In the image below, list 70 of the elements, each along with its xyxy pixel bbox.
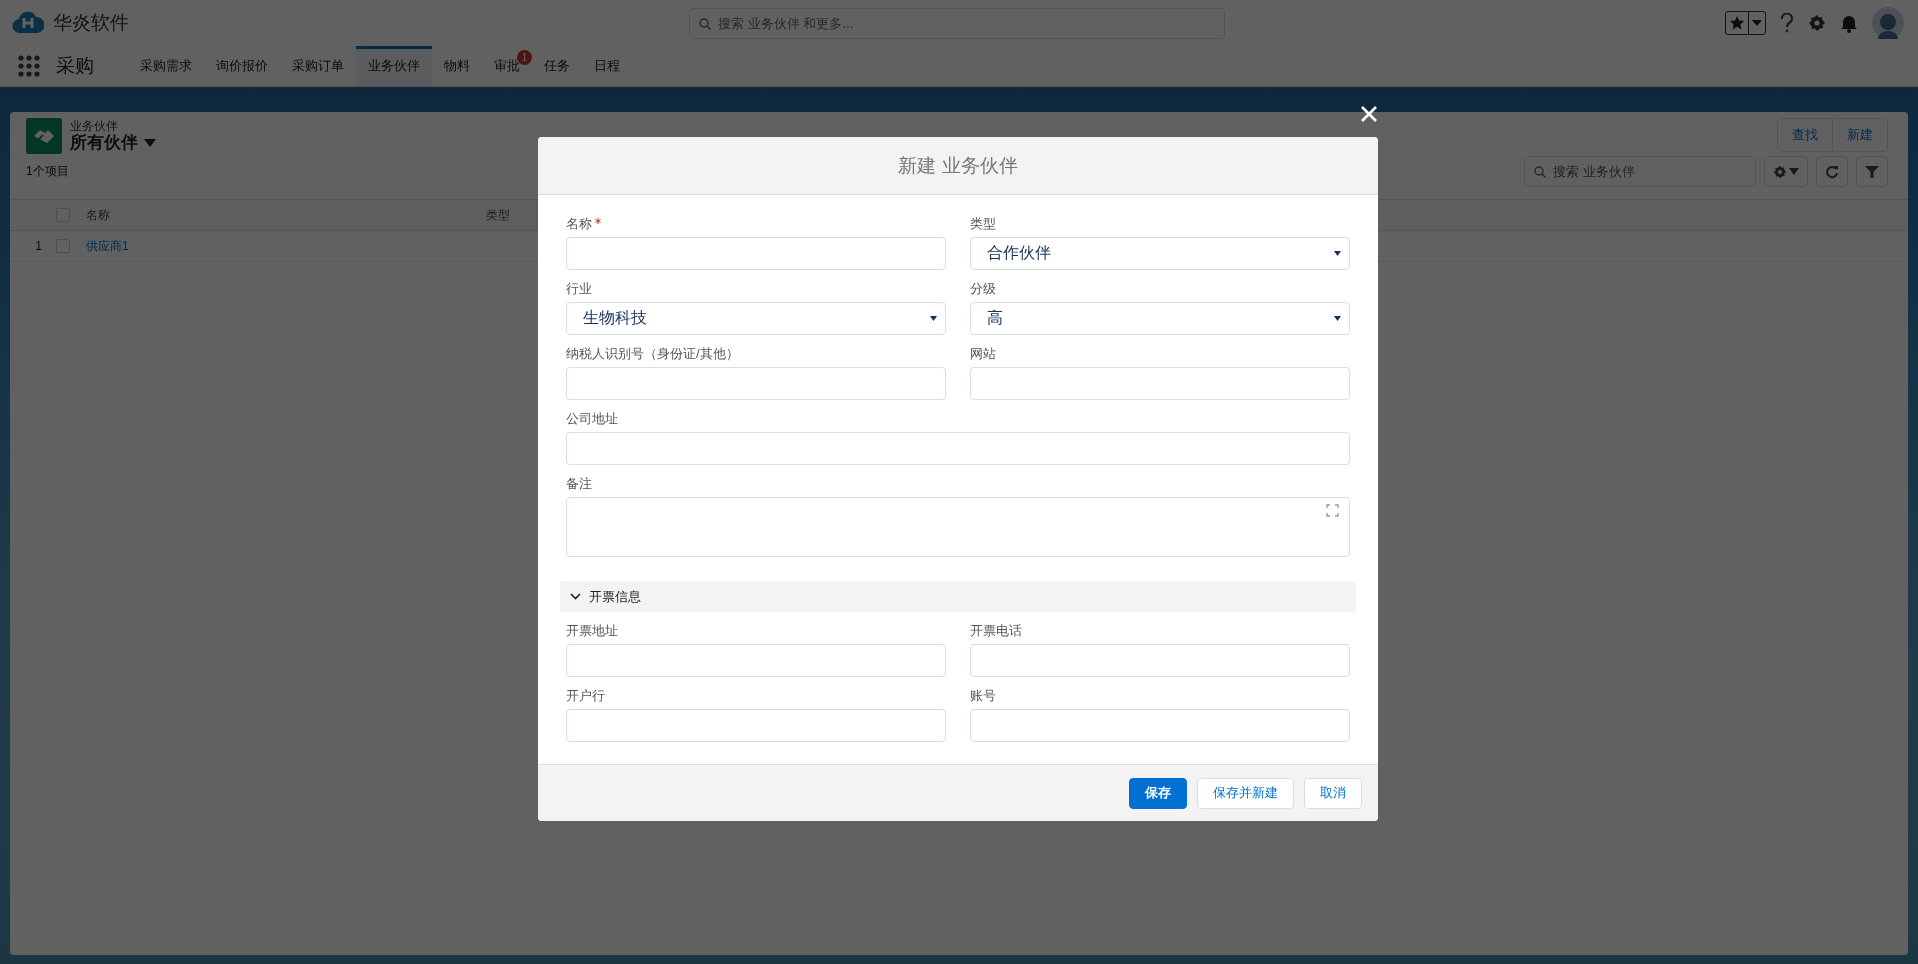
favorites-control[interactable] bbox=[1725, 11, 1766, 35]
chevron-icon[interactable] bbox=[570, 593, 581, 600]
input-field[interactable] bbox=[566, 237, 946, 270]
app-launcher-icon[interactable] bbox=[18, 55, 40, 77]
star-icon[interactable] bbox=[1729, 15, 1745, 31]
bell-icon[interactable] bbox=[1840, 13, 1858, 33]
field-label: 行业 bbox=[566, 280, 592, 298]
item-count: 1个项目 bbox=[26, 163, 70, 180]
input-field[interactable] bbox=[970, 709, 1350, 742]
nav-tab[interactable]: 采购订单 bbox=[280, 46, 356, 86]
list-search-field[interactable]: 搜索 业务伙伴 bbox=[1524, 156, 1756, 187]
field-label: 公司地址 bbox=[566, 410, 618, 428]
caret-down-icon bbox=[1334, 251, 1341, 256]
app-name: 采购 bbox=[56, 54, 94, 78]
search-field[interactable]: 搜索 业务伙伴 和更多... bbox=[689, 7, 1225, 39]
caret-down-icon[interactable] bbox=[144, 138, 156, 147]
section-header[interactable]: 开票信息 bbox=[560, 581, 1356, 612]
field-label: 纳税人识别号（身份证/其他） bbox=[566, 345, 739, 363]
field-label: 开票地址 bbox=[566, 622, 618, 640]
field-label: 备注 bbox=[566, 475, 592, 493]
input-field[interactable] bbox=[970, 644, 1350, 677]
field-label: 账号 bbox=[970, 687, 996, 705]
list-view-selector[interactable]: 所有伙伴 bbox=[70, 132, 156, 153]
field-label: 开票电话 bbox=[970, 622, 1022, 640]
nav-tab[interactable]: 业务伙伴 bbox=[356, 46, 432, 86]
expand-icon[interactable] bbox=[1326, 504, 1339, 517]
caret-down-icon bbox=[930, 316, 937, 321]
header-button[interactable]: 新建 bbox=[1832, 119, 1887, 151]
input-field[interactable] bbox=[566, 709, 946, 742]
select-field[interactable]: 高 bbox=[970, 302, 1350, 335]
field-label: 开户行 bbox=[566, 687, 605, 705]
input-field[interactable] bbox=[566, 432, 1350, 465]
row-number: 1 bbox=[34, 239, 43, 253]
select-field[interactable]: 合作伙伴 bbox=[970, 237, 1350, 270]
field-label: 类型 bbox=[970, 215, 996, 233]
caret-down-icon[interactable] bbox=[1752, 19, 1762, 27]
field-label: 分级 bbox=[970, 280, 996, 298]
primary-button[interactable]: 保存 bbox=[1129, 777, 1187, 809]
field-label: 名称 bbox=[566, 215, 592, 233]
column-header: 类型 bbox=[486, 206, 510, 224]
settings-icon[interactable] bbox=[1808, 14, 1826, 32]
input-field[interactable] bbox=[566, 644, 946, 677]
input-field[interactable] bbox=[970, 367, 1350, 400]
modal-title: 新建 业务伙伴 bbox=[898, 153, 1018, 178]
footer-button[interactable]: 取消 bbox=[1304, 777, 1362, 809]
caret-down-icon bbox=[1789, 168, 1799, 175]
nav-tab[interactable]: 询价报价 bbox=[204, 46, 280, 86]
refresh-icon bbox=[1825, 164, 1839, 179]
input-field[interactable] bbox=[566, 367, 946, 400]
select-field[interactable]: 生物科技 bbox=[566, 302, 946, 335]
notification-badge: 1 bbox=[517, 50, 532, 65]
settings-icon bbox=[1773, 164, 1787, 179]
footer-button[interactable]: 保存并新建 bbox=[1197, 777, 1294, 809]
app-title: 华炎软件 bbox=[53, 11, 129, 35]
nav-tab[interactable]: 日程 bbox=[582, 46, 632, 86]
filter-button[interactable] bbox=[1856, 156, 1888, 187]
nav-tab[interactable]: 物料 bbox=[432, 46, 482, 86]
avatar-icon[interactable] bbox=[1872, 7, 1904, 39]
filter-icon bbox=[1865, 164, 1879, 179]
field-label: 网站 bbox=[970, 345, 996, 363]
column-header: 名称 bbox=[86, 206, 111, 224]
nav-tab[interactable]: 采购需求 bbox=[128, 46, 204, 86]
caret-down-icon bbox=[1334, 316, 1341, 321]
refresh-button[interactable] bbox=[1816, 156, 1848, 187]
settings-menu-button[interactable] bbox=[1764, 156, 1808, 187]
help-icon[interactable] bbox=[1780, 13, 1794, 33]
object-label: 业务伙伴 bbox=[70, 119, 119, 133]
close-button[interactable] bbox=[1360, 105, 1378, 123]
nav-tab[interactable]: 任务 bbox=[532, 46, 582, 86]
record-link[interactable]: 供应商1 bbox=[86, 238, 129, 253]
